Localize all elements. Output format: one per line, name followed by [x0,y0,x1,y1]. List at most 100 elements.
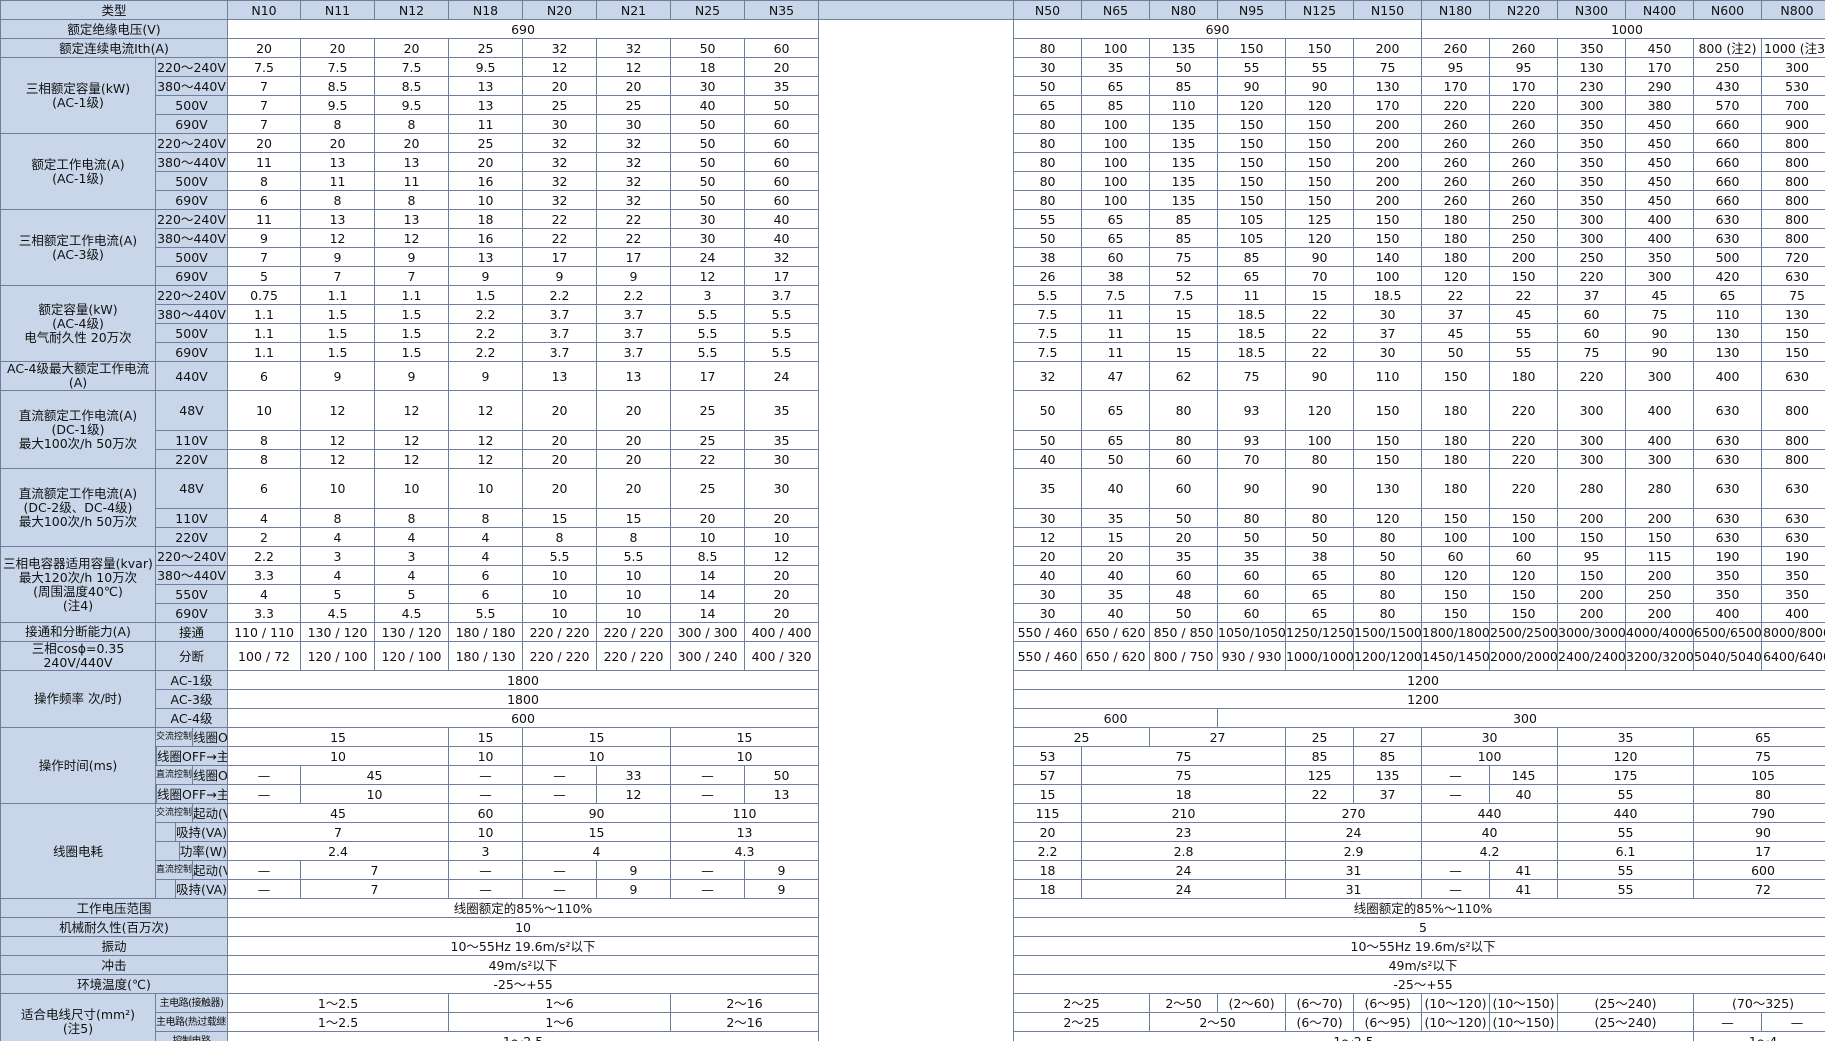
table-cell: 27 [1353,727,1423,747]
sub-label: 220～240V [154,57,229,77]
table-cell: 300 / 240 [670,641,746,671]
table-cell: 150 [1217,190,1287,210]
table-cell: 10 [448,468,524,509]
table-cell: 300 [1557,209,1627,229]
table-cell: 15 [522,508,598,528]
table-cell: 630 [1761,527,1825,547]
table-cell: 3.3 [227,603,302,623]
table-cell: 150 [1285,152,1355,172]
table-cell: 3.7 [596,304,672,324]
model-header: N600 [1693,0,1763,20]
table-cell: 32 [522,38,598,58]
table-cell: 10 [448,190,524,210]
table-cell: 18 [670,57,746,77]
table-cell: 550 / 460 [1013,622,1083,642]
table-cell: 80 [1013,133,1083,153]
table-cell: 690 [1013,19,1423,39]
table-cell: 350 [1557,152,1627,172]
table-cell: 110 / 110 [227,622,302,642]
table-cell: 650 / 620 [1081,641,1151,671]
table-cell: 12 [670,266,746,286]
table-cell: 4 [448,546,524,566]
table-cell: 90 [1217,76,1287,96]
table-cell: 1.1 [227,342,302,362]
table-cell: 400 [1625,209,1695,229]
table-cell: 50 [1013,228,1083,248]
table-cell: 7 [227,247,302,267]
table-cell: 10 [227,746,450,766]
table-cell: 930 / 930 [1217,641,1287,671]
table-cell: 60 [1557,323,1627,343]
coil-sub-label: 功率(W) [154,841,229,861]
table-cell: 65 [1217,266,1287,286]
table-cell: 20 [227,38,302,58]
coil-row: 吸持(VA) 7 10 15 13 20 23 24 40 55 90 [1,822,1825,842]
sub-label: 分断 [154,641,229,671]
gap-cell [818,822,1015,842]
table-cell: 60 [744,190,820,210]
table-cell: 10～55Hz 19.6m/s²以下 [1013,936,1825,956]
gap-cell [818,390,1015,431]
table-cell: 30 [522,114,598,134]
sub-label: 110V [154,430,229,450]
table-cell: 50 [1081,449,1151,469]
table-cell: 5.5 [744,342,820,362]
table-cell: 5.5 [670,304,746,324]
table-cell: 12 [744,546,820,566]
table-cell: 31 [1285,879,1423,899]
table-cell: 22 [522,209,598,229]
sub-label: 440V [154,361,229,391]
table-cell: 5.5 [522,546,598,566]
table-cell: 15 [1081,527,1151,547]
table-cell: 80 [1353,565,1423,585]
gap-cell [818,323,1015,343]
table-cell: 1.1 [227,323,302,343]
table-cell: 150 [1353,228,1423,248]
row-label: 额定绝缘电压(V) [0,19,229,39]
table-cell: 18.5 [1217,323,1287,343]
sub-label: 220V [154,449,229,469]
gap-cell [818,670,1015,690]
sub-label: 220～240V [154,546,229,566]
table-cell: 3.3 [227,565,302,585]
table-cell: 120 [1421,266,1491,286]
gap-cell [818,641,1015,671]
table-cell: 1000 (注3) [1761,38,1825,58]
table-row: 额定容量(kW) (AC-4级) 电气耐久性 20万次 220～240V 0.75 1… [0,285,1825,362]
table-cell: 7.5 [374,57,450,77]
table-cell: 25 [522,95,598,115]
table-cell: 3.7 [522,323,598,343]
table-cell: 5.5 [596,546,672,566]
table-cell: 120 [1489,565,1559,585]
table-cell: 90 [1285,361,1355,391]
table-cell: 50 [1013,76,1083,96]
table-row: 500V 8 11 11 16 32 32 50 60 80 100 135 150 150 200 260 2… [1,171,1825,191]
table-cell: 48 [1149,584,1219,604]
table-cell: 72 [1693,879,1825,899]
gap-cell [818,879,1015,899]
optime-row: 线圈OFF→主触头OFF101010105375858510012075 [1,746,1825,766]
control-type-label: 直流控制 [157,766,194,784]
table-cell: 3.7 [522,304,598,324]
table-cell: 800 [1761,190,1825,210]
model-header: N300 [1557,0,1627,20]
table-cell: 50 [670,133,746,153]
table-cell: 660 [1693,114,1763,134]
table-cell: (25～240) [1557,993,1695,1013]
coil-row: 线圈电耗交流控制起动(VA)45609011011521027044044079… [0,803,1825,899]
table-cell: 1.5 [300,304,376,324]
table-cell: 220 [1489,95,1559,115]
table-cell: (6～70) [1285,1012,1355,1032]
table-cell: 1～2.5 [227,1031,820,1041]
gap-cell [818,508,1015,528]
table-cell: 47 [1081,361,1151,391]
row-label: 机械耐久性(百万次) [0,917,229,937]
wire-row: 适合电线尺寸(mm²) (注5) 主电路(接触器) 1～2.5 1～6 2～16 2～25… [0,993,1825,1041]
table-cell: 80 [1149,390,1219,431]
table-cell: 20 [1013,546,1083,566]
table-cell: 11 [448,114,524,134]
table-cell: 9 [596,879,672,899]
table-cell: 8 [227,171,302,191]
gap-cell [818,622,1015,642]
model-header: N800 [1761,0,1825,20]
